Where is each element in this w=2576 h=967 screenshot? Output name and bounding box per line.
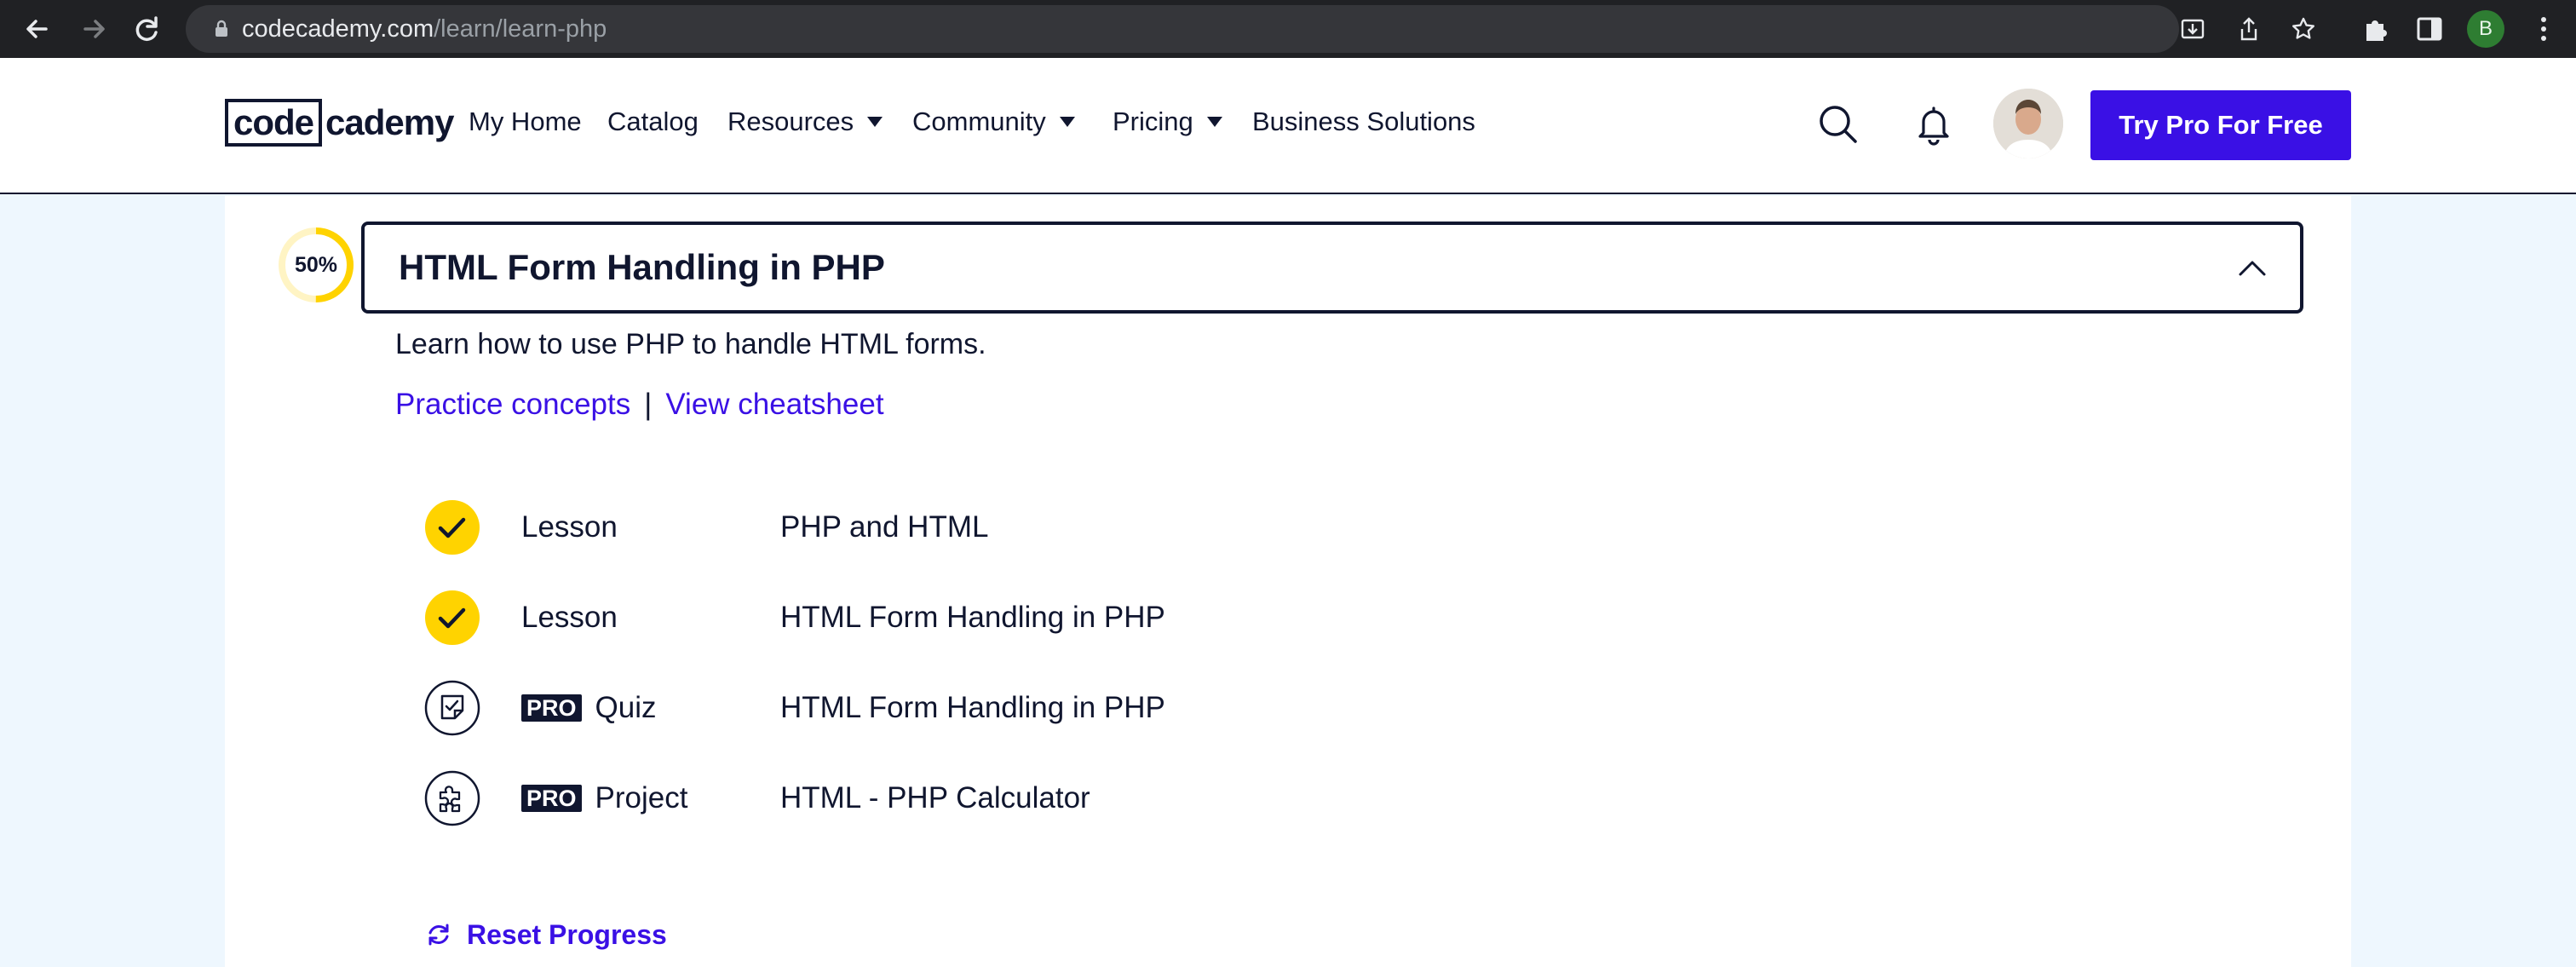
content-type-label: Lesson [521,601,618,634]
module-description: Learn how to use PHP to handle HTML form… [395,328,986,360]
content-type-label: Project [595,781,688,814]
caret-down-icon [867,116,883,127]
bookmark-star-icon[interactable] [2290,15,2317,43]
reset-progress-button[interactable]: Reset Progress [424,915,667,954]
nav-business-solutions[interactable]: Business Solutions [1252,101,1475,143]
practice-concepts-link[interactable]: Practice concepts [395,388,630,421]
content-item-type[interactable]: Lesson [521,599,618,636]
site-header: code cademy My Home Catalog Resources Com… [0,58,2576,194]
content-type-label: Lesson [521,510,618,544]
install-app-icon[interactable] [2179,15,2206,43]
view-cheatsheet-link[interactable]: View cheatsheet [665,388,883,421]
nav-my-home[interactable]: My Home [469,101,582,143]
module-accordion-header[interactable]: HTML Form Handling in PHP [361,222,2303,314]
reset-progress-label: Reset Progress [467,918,667,950]
nav-community[interactable]: Community [912,101,1075,143]
quiz-icon [424,680,480,736]
address-bar[interactable]: codecademy.com/learn/learn-php [186,5,2314,53]
content-item-type[interactable]: Lesson [521,509,618,546]
reset-icon [428,924,449,946]
content-item-type[interactable]: PRO Project [521,780,687,817]
try-pro-button[interactable]: Try Pro For Free [2090,90,2351,160]
extensions-puzzle-icon[interactable] [2360,14,2390,44]
check-complete-icon [425,590,480,645]
share-icon[interactable] [2235,15,2263,43]
chevron-up-icon[interactable] [2235,250,2269,285]
puzzle-icon [424,770,480,826]
search-icon[interactable] [1814,101,1862,148]
pro-badge: PRO [521,694,582,722]
content-item-link[interactable]: HTML Form Handling in PHP [780,599,1165,636]
nav-catalog[interactable]: Catalog [607,101,699,143]
nav-resources[interactable]: Resources [727,101,883,143]
caret-down-icon [1206,116,1222,127]
nav-pricing[interactable]: Pricing [1113,101,1222,143]
module-links: Practice concepts | View cheatsheet [395,387,884,423]
browser-toolbar: codecademy.com/learn/learn-php B [0,0,2576,58]
content-item-link[interactable]: PHP and HTML [780,509,988,546]
lock-icon [216,20,227,37]
content-item-link[interactable]: HTML - PHP Calculator [780,780,1090,817]
url-text: codecademy.com/learn/learn-php [242,15,607,43]
link-separator: | [644,388,653,421]
browser-menu-icon[interactable] [2527,12,2561,46]
nav-community-label: Community [912,106,1046,136]
codecademy-logo[interactable]: code cademy [225,99,454,147]
forward-arrow-icon[interactable] [73,9,114,49]
pro-badge: PRO [521,785,582,812]
reload-icon[interactable] [126,9,167,49]
side-panel-icon[interactable] [2414,14,2445,44]
notification-bell-icon[interactable] [1910,101,1958,148]
caret-down-icon [1059,116,1075,127]
nav-pricing-label: Pricing [1113,106,1193,136]
content-type-label: Quiz [595,691,657,724]
content-item-type[interactable]: PRO Quiz [521,689,656,727]
profile-avatar[interactable]: B [2467,10,2504,48]
nav-resources-label: Resources [727,106,854,136]
progress-percent: 50% [294,253,338,277]
user-avatar[interactable] [1993,89,2063,158]
content-item-link[interactable]: HTML Form Handling in PHP [780,689,1165,727]
back-arrow-icon[interactable] [17,9,58,49]
check-complete-icon [425,500,480,555]
module-title: HTML Form Handling in PHP [399,247,885,287]
